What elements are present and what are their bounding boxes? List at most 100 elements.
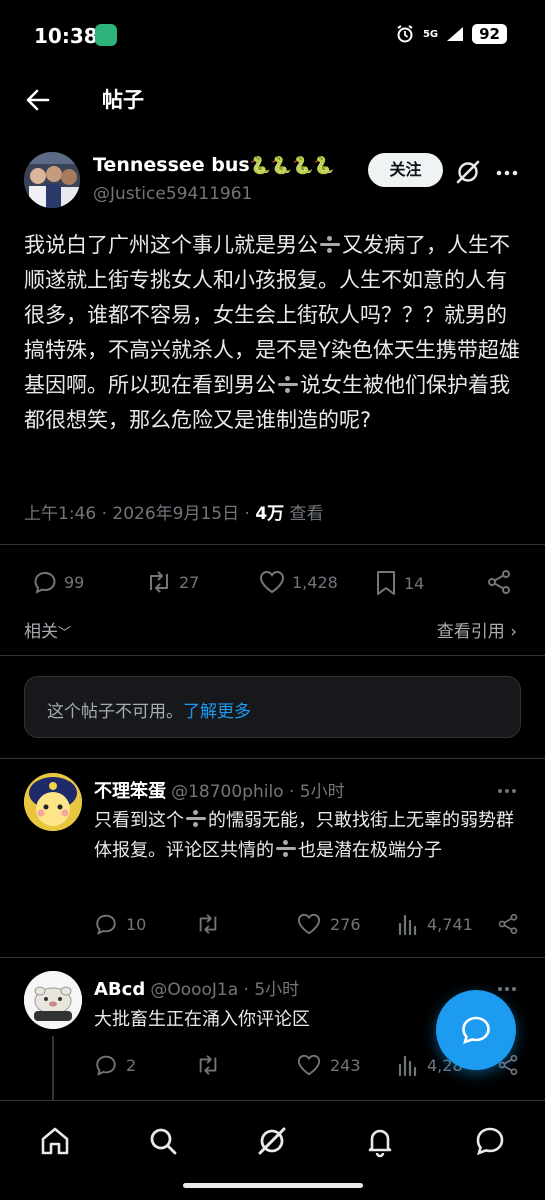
reply-button[interactable]: 2 [94,1053,136,1077]
chevron-down-icon: ﹀ [58,626,72,641]
divider [0,758,545,759]
chevron-right-icon: › [510,622,517,642]
divider [0,655,545,656]
reply-avatar[interactable] [24,773,82,831]
post-views-count: 4万 [255,504,285,524]
reply-text: 只看到这个 的懦弱无能，只敢找街上无辜的弱势群体报复。评论区共情的 也是潜在极端分子 [94,806,514,866]
author-avatar[interactable] [24,152,80,208]
related-dropdown[interactable]: 相关﹀ [24,617,71,642]
reply-button[interactable]: 10 [94,912,146,936]
heart-icon [259,570,285,594]
grok-button[interactable] [454,158,482,186]
like-button[interactable]: 276 [296,912,361,936]
compose-reply-icon [462,1016,490,1045]
bookmark-button[interactable]: 14 [374,569,424,597]
repost-count: 27 [179,572,200,592]
status-indicators: 5G 92 [395,24,507,44]
reply-count: 10 [126,914,147,934]
messages-icon [476,1127,504,1156]
like-count: 1,428 [292,572,338,592]
app-notification-icon [95,24,117,46]
reply-button[interactable]: 99 [32,569,84,595]
alarm-icon [397,25,413,43]
reply-author-handle[interactable]: @18700philo · 5小时 [171,782,345,802]
divider [0,544,545,545]
repost-icon [199,914,217,934]
divider [0,957,545,958]
reply-author-name[interactable]: 不理笨蛋 [94,781,166,802]
share-icon [498,913,518,935]
views-icon [398,914,417,936]
more-icon [496,170,518,176]
like-button[interactable]: 243 [296,1053,361,1077]
repost-icon [150,571,168,593]
repost-button[interactable] [195,912,229,936]
nav-home[interactable] [37,1123,73,1159]
views-icon [398,1055,417,1077]
author-display-name: Tennessee bus [93,154,250,176]
post-timestamp[interactable]: 上午1:46 · 2026年9月15日 · [24,504,255,524]
like-count: 276 [330,914,361,934]
search-icon [150,1128,177,1155]
repost-icon [199,1055,217,1075]
nav-grok[interactable] [254,1123,290,1159]
reply-count: 2 [126,1055,137,1075]
avatar-image [24,971,82,1029]
division-sign-icon [184,808,208,828]
status-bar: 10:38 5G 92 [0,0,545,70]
reply-avatar[interactable] [24,971,82,1029]
reply-header: 不理笨蛋 @18700philo · 5小时 [94,777,345,803]
reply-icon [34,571,56,594]
bookmark-icon [377,571,395,595]
division-sign-icon [318,234,342,254]
reply-text-part: 只看到这个 [94,810,184,831]
battery-indicator: 92 [472,24,507,44]
post-meta: 上午1:46 · 2026年9月15日 · 4万 查看 [24,499,324,524]
follow-button[interactable]: 关注 [368,153,443,187]
repost-button[interactable] [195,1053,229,1077]
share-icon [488,570,510,594]
compose-reply-button[interactable] [436,990,516,1070]
repost-button[interactable]: 27 [145,569,199,595]
avatar-image [24,773,82,831]
grok-icon [456,160,480,184]
grok-icon [258,1127,286,1155]
learn-more-link[interactable]: 了解更多 [183,702,251,722]
reply-more-button[interactable] [496,780,518,802]
arrow-left-icon [26,89,50,111]
more-icon [498,789,516,793]
status-time: 10:38 [34,24,98,48]
like-count: 243 [330,1055,361,1075]
related-label: 相关 [24,622,58,642]
share-button[interactable] [497,912,519,936]
back-button[interactable] [24,86,52,114]
thread-line [52,1036,54,1100]
reply-header: ABcd @OoooJ1a · 5小时 [94,975,299,1000]
home-indicator[interactable] [183,1183,363,1188]
post-text: 我说白了广州这个事儿就是男公 又发病了，人生不顺遂就上街专挑女人和小孩报复。人生不… [24,228,524,438]
unavailable-post-notice: 这个帖子不可用。了解更多 [24,676,521,738]
views-button[interactable]: 4,741 [397,912,473,936]
nav-notifications[interactable] [362,1123,398,1159]
signal-icon [447,27,464,41]
nav-search[interactable] [145,1123,181,1159]
reply-author-name[interactable]: ABcd [94,979,145,1000]
division-sign-icon [274,838,298,858]
reply-author-handle[interactable]: @OoooJ1a · 5小时 [150,980,299,1000]
bookmark-count: 14 [404,573,425,593]
nav-messages[interactable] [472,1123,508,1159]
network-type-label: 5G [422,28,439,40]
author-name[interactable]: Tennessee bus🐍🐍🐍🐍 [93,154,334,176]
reply-icon [96,1055,116,1076]
heart-icon [297,913,321,935]
author-handle[interactable]: @Justice59411961 [93,184,252,204]
bell-icon [368,1129,392,1158]
more-options-button[interactable] [494,160,520,186]
share-button[interactable] [486,569,512,595]
heart-icon [297,1054,321,1076]
post-text-part: 我说白了广州这个事儿就是男公 [24,233,318,257]
like-button[interactable]: 1,428 [258,569,338,595]
view-count: 4,741 [427,914,473,934]
view-quotes-link[interactable]: 查看引用 › [437,617,517,642]
avatar-image [24,152,80,208]
